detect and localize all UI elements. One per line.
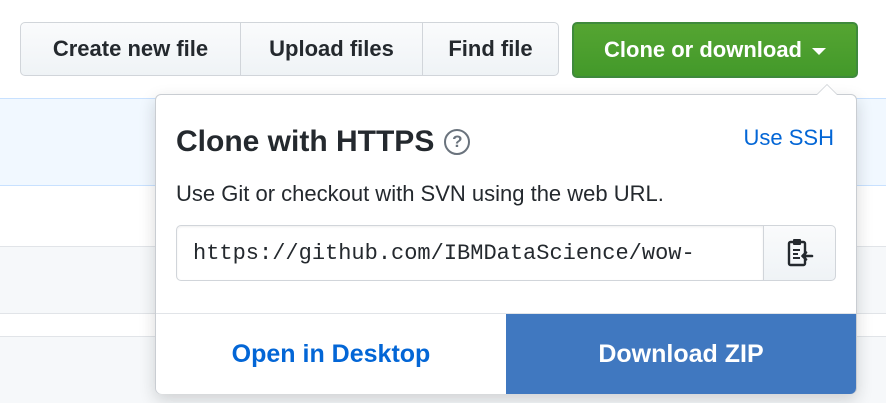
copy-url-button[interactable] [764,225,836,281]
clone-panel-title-text: Clone with HTTPS [176,125,435,158]
use-ssh-link[interactable]: Use SSH [744,125,834,151]
clone-description: Use Git or checkout with SVN using the w… [176,181,664,206]
clipboard-icon [787,239,813,267]
clone-panel-title: Clone with HTTPS ? [176,125,471,159]
clone-or-download-button[interactable]: Clone or download [572,22,858,78]
clone-dropdown-panel: Clone with HTTPS ? Use SSH Use Git or ch… [155,84,857,394]
download-zip-button[interactable]: Download ZIP [506,314,856,394]
clone-or-download-label: Clone or download [604,37,802,62]
dropdown-pointer-fill [817,85,837,95]
clone-url-group: https://github.com/IBMDataScience/wow- [176,225,836,281]
upload-files-button[interactable]: Upload files [241,22,423,76]
open-in-desktop-button[interactable]: Open in Desktop [156,314,506,394]
file-actions-button-group: Create new file Upload files Find file [20,22,559,76]
clone-panel-footer: Open in Desktop Download ZIP [156,313,856,394]
find-file-button[interactable]: Find file [423,22,559,76]
question-help-icon[interactable]: ? [444,129,471,155]
clone-url-input[interactable]: https://github.com/IBMDataScience/wow- [176,225,764,281]
create-new-file-button[interactable]: Create new file [20,22,241,76]
caret-down-icon [812,48,826,55]
